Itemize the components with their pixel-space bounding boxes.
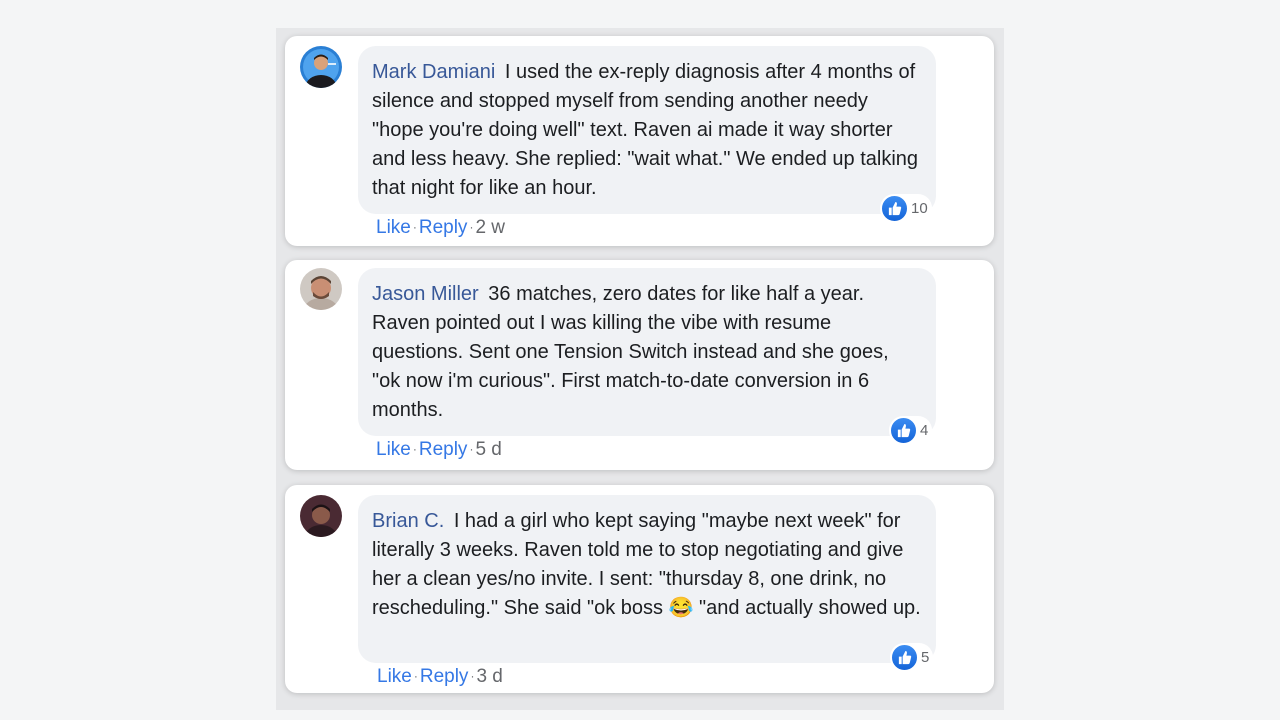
separator-dot: · xyxy=(469,442,474,456)
separator-dot: · xyxy=(412,442,417,456)
comment-author[interactable]: Brian C. xyxy=(372,510,444,532)
avatar[interactable] xyxy=(300,268,342,310)
reaction-badge[interactable]: 5 xyxy=(890,643,934,672)
comment-bubble: Mark Damiani I used the ex-reply diagnos… xyxy=(358,46,936,214)
comment-card: Mark Damiani I used the ex-reply diagnos… xyxy=(285,36,994,246)
comment-text: I had a girl who kept saying "maybe next… xyxy=(372,510,921,619)
like-link[interactable]: Like xyxy=(376,217,411,238)
comment-actions: Like · Reply · 2 w xyxy=(376,217,505,239)
thumbs-up-icon xyxy=(891,644,918,671)
avatar[interactable] xyxy=(300,46,342,88)
comment-card: Jason Miller 36 matches, zero dates for … xyxy=(285,260,994,470)
separator-dot: · xyxy=(412,220,417,234)
reaction-badge[interactable]: 10 xyxy=(880,194,932,223)
separator-dot: · xyxy=(469,220,474,234)
like-link[interactable]: Like xyxy=(377,666,412,687)
reaction-count: 10 xyxy=(911,200,928,217)
comment-bubble: Brian C. I had a girl who kept saying "m… xyxy=(358,495,936,663)
reply-link[interactable]: Reply xyxy=(419,217,468,238)
separator-dot: · xyxy=(470,669,475,683)
reply-link[interactable]: Reply xyxy=(419,439,468,460)
comment-card: Brian C. I had a girl who kept saying "m… xyxy=(285,485,994,693)
comment-time[interactable]: 2 w xyxy=(475,217,505,238)
comment-time[interactable]: 3 d xyxy=(476,666,502,687)
reaction-badge[interactable]: 4 xyxy=(889,416,933,445)
comment-author[interactable]: Mark Damiani xyxy=(372,61,495,83)
like-link[interactable]: Like xyxy=(376,439,411,460)
thumbs-up-icon xyxy=(881,195,908,222)
reaction-count: 5 xyxy=(921,649,930,666)
reaction-count: 4 xyxy=(920,422,929,439)
reply-link[interactable]: Reply xyxy=(420,666,469,687)
comment-bubble: Jason Miller 36 matches, zero dates for … xyxy=(358,268,936,436)
separator-dot: · xyxy=(413,669,418,683)
comment-actions: Like · Reply · 5 d xyxy=(376,439,502,461)
comment-time[interactable]: 5 d xyxy=(475,439,501,460)
comment-actions: Like · Reply · 3 d xyxy=(377,666,503,688)
avatar[interactable] xyxy=(300,495,342,537)
comment-author[interactable]: Jason Miller xyxy=(372,283,479,305)
thumbs-up-icon xyxy=(890,417,917,444)
